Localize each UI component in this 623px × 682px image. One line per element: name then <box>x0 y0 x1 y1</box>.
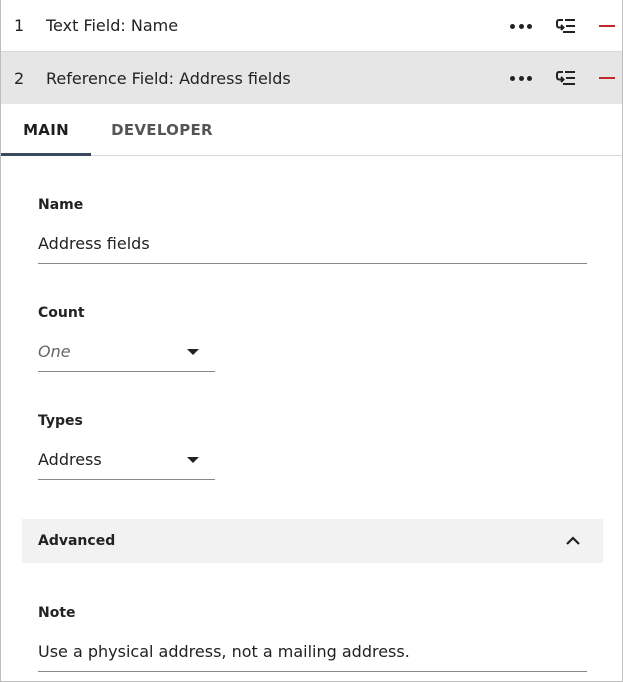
count-select[interactable]: One <box>38 332 215 372</box>
advanced-section-header[interactable]: Advanced <box>22 519 603 563</box>
field-title: Reference Field: Address fields <box>46 68 291 88</box>
name-value: Address fields <box>38 234 150 253</box>
advanced-label: Advanced <box>38 533 116 549</box>
types-select[interactable]: Address <box>38 440 215 480</box>
field-editor-panel: 1 Text Field: Name 2 Reference Field: Ad… <box>0 0 623 682</box>
minus-icon[interactable] <box>599 77 615 79</box>
caret-down-icon <box>187 348 199 355</box>
more-horizontal-icon[interactable] <box>510 68 532 88</box>
tab-developer[interactable]: DEVELOPER <box>101 104 223 155</box>
types-value: Address <box>38 450 102 469</box>
tab-main[interactable]: MAIN <box>1 104 91 156</box>
note-label: Note <box>38 605 76 621</box>
tab-bar: MAIN DEVELOPER <box>1 104 622 156</box>
reorder-list-icon[interactable] <box>554 15 576 37</box>
types-label: Types <box>38 413 83 429</box>
name-input[interactable]: Address fields <box>38 224 587 264</box>
note-value: Use a physical address, not a mailing ad… <box>38 642 410 661</box>
name-label: Name <box>38 197 84 213</box>
note-input[interactable]: Use a physical address, not a mailing ad… <box>38 632 587 672</box>
field-row-name[interactable]: 1 Text Field: Name <box>1 0 622 52</box>
caret-down-icon <box>187 456 199 463</box>
field-index: 1 <box>14 16 25 35</box>
field-index: 2 <box>14 68 25 88</box>
chevron-up-icon <box>566 536 580 545</box>
reorder-list-icon[interactable] <box>554 67 576 89</box>
field-title: Text Field: Name <box>46 16 179 35</box>
field-row-address-fields[interactable]: 2 Reference Field: Address fields <box>1 52 622 104</box>
count-value: One <box>38 342 71 361</box>
more-horizontal-icon[interactable] <box>510 16 532 36</box>
minus-icon[interactable] <box>599 25 615 27</box>
count-label: Count <box>38 305 85 321</box>
